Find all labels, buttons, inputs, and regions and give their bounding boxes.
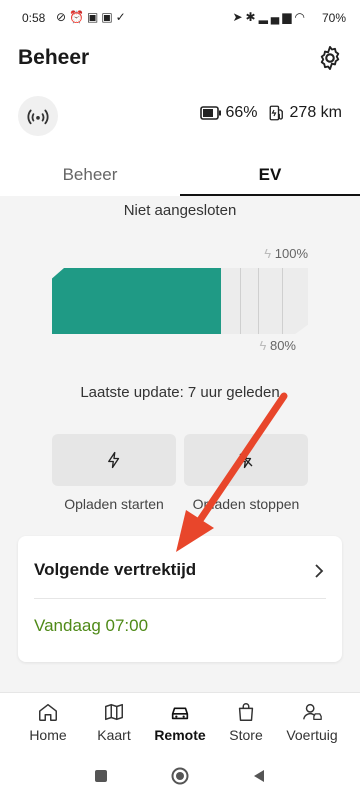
battery-level-bar: [52, 268, 308, 334]
status-time: 0:58: [22, 11, 46, 25]
system-navigation-bar: [0, 752, 360, 800]
stop-charging-label: Opladen stoppen: [192, 496, 300, 512]
start-charging-button[interactable]: [52, 434, 176, 486]
vehicle-user-icon: [303, 703, 322, 720]
nav-kaart-label: Kaart: [97, 727, 131, 743]
back-icon[interactable]: [252, 769, 266, 783]
signal-icon: [27, 109, 49, 125]
nav-remote[interactable]: Remote: [144, 701, 216, 749]
battery-segment-divider: [240, 268, 241, 334]
charge-limit-bottom: ϟ 80%: [259, 338, 296, 353]
map-icon: [105, 703, 123, 721]
nav-home[interactable]: Home: [12, 701, 84, 749]
lightning-small-icon: ϟ: [259, 338, 267, 353]
lightning-small-icon: ϟ: [264, 246, 272, 261]
battery-percent: 66%: [225, 104, 258, 121]
range-stat: 278 km: [268, 104, 342, 122]
nav-store-label: Store: [229, 727, 263, 743]
chevron-right-icon: [315, 564, 324, 578]
lightning-off-icon: [239, 451, 253, 469]
ev-panel: Niet aangesloten ϟ 100% ϟ 80% Laatste up…: [0, 196, 360, 692]
fuel-station-icon: [269, 105, 283, 121]
stop-charging-button[interactable]: [184, 434, 308, 486]
nav-voertuig-label: Voertuig: [286, 727, 338, 743]
nav-voertuig[interactable]: Voertuig: [276, 701, 348, 749]
home-circle-icon[interactable]: [171, 767, 189, 785]
tab-ev[interactable]: EV: [180, 154, 360, 196]
notification-icons: ⊘⏰▣▣✓: [56, 10, 129, 24]
nav-store[interactable]: Store: [210, 701, 282, 749]
bottom-navigation: Home Kaart Remote Store Voertuig: [0, 692, 360, 753]
battery-segment-divider: [258, 268, 259, 334]
home-icon: [39, 703, 57, 721]
departure-title: Volgende vertrektijd: [34, 560, 197, 579]
store-icon: [238, 703, 254, 721]
battery-segment-divider: [282, 268, 283, 334]
last-update: Laatste update: 7 uur geleden: [80, 384, 280, 401]
page-title: Beheer: [18, 46, 90, 69]
departure-value: Vandaag 07:00: [34, 616, 149, 635]
tab-beheer[interactable]: Beheer: [0, 154, 180, 196]
status-bar: 0:58 ⊘⏰▣▣✓ ➤✱▂▄▆◠ 70%: [0, 0, 360, 36]
system-icons: ➤✱▂▄▆◠: [232, 10, 308, 24]
nav-home-label: Home: [29, 727, 67, 743]
range-value: 278 km: [289, 104, 342, 121]
battery-level-fill: [52, 268, 221, 334]
connection-button[interactable]: [18, 96, 58, 136]
card-divider: [34, 598, 326, 599]
tab-bar: Beheer EV: [0, 154, 360, 196]
recents-icon[interactable]: [94, 769, 108, 783]
battery-status: 70%: [321, 11, 346, 25]
nav-remote-label: Remote: [154, 727, 206, 743]
nav-kaart[interactable]: Kaart: [78, 701, 150, 749]
charge-limit-top: ϟ 100%: [264, 246, 308, 261]
car-icon: [171, 707, 189, 720]
battery-stat: 66%: [199, 104, 258, 122]
charging-status: Niet aangesloten: [123, 202, 237, 219]
vehicle-stats: 66% 278 km: [199, 104, 342, 122]
departure-time-card[interactable]: Volgende vertrektijd Vandaag 07:00: [18, 536, 342, 662]
header: Beheer 66% 278 km Beheer EV: [0, 36, 360, 196]
battery-icon: [199, 106, 221, 120]
lightning-icon: [108, 451, 120, 469]
gear-icon[interactable]: [316, 44, 344, 72]
